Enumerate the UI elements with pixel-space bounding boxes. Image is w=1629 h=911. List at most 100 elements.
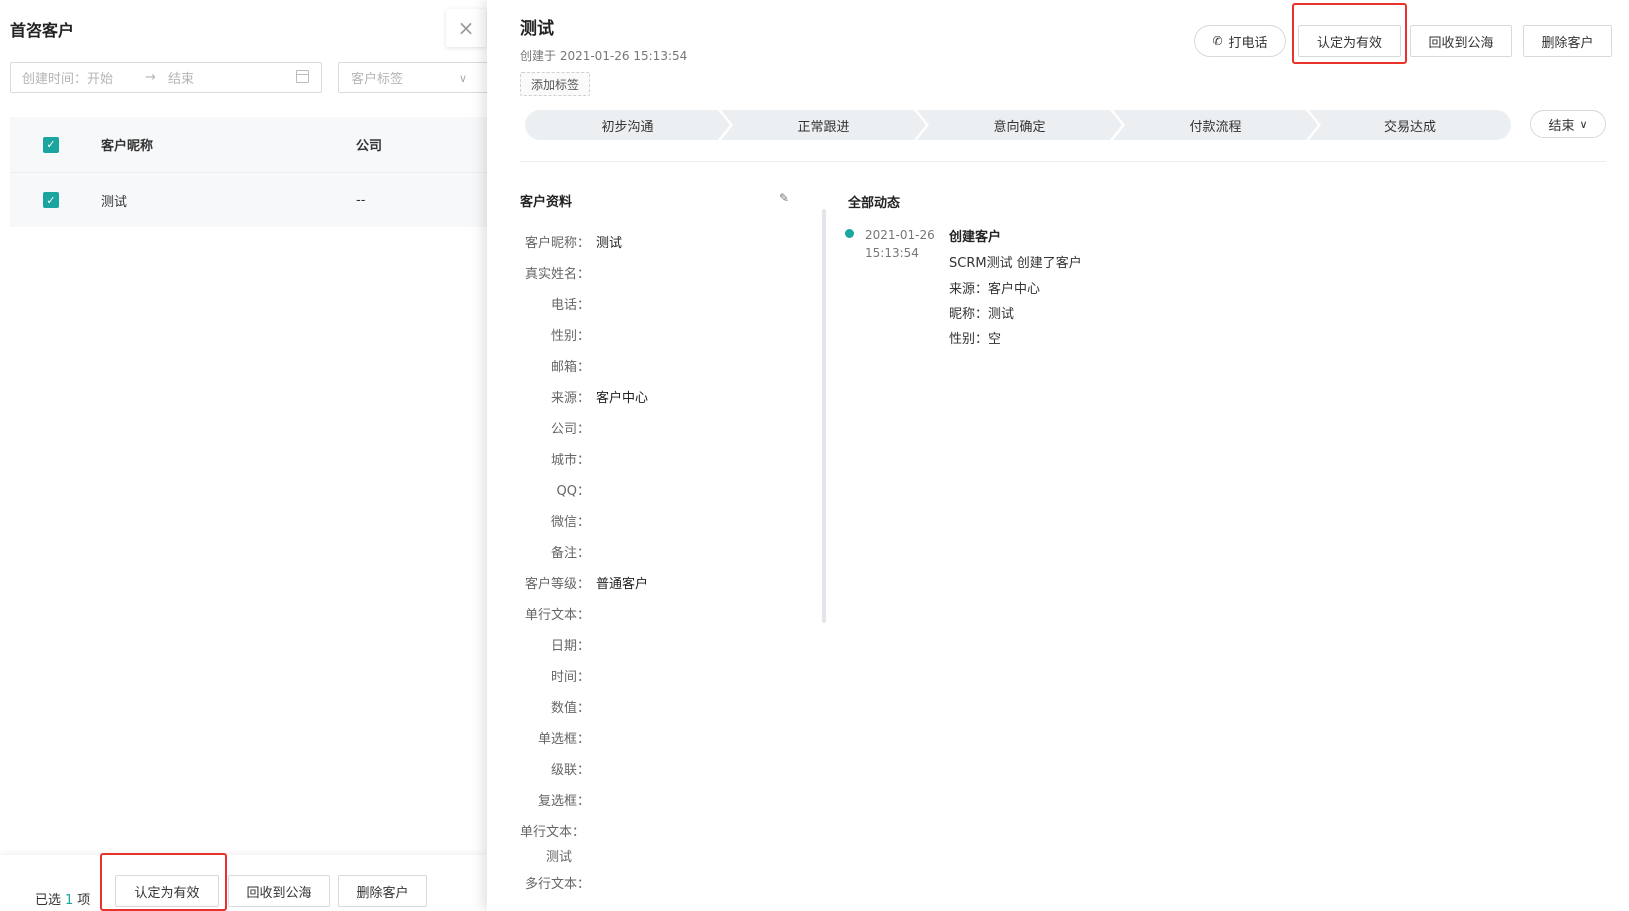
date-start[interactable]: 开始 <box>87 68 113 87</box>
date-range-filter[interactable]: 创建时间： 开始 → 结束 <box>10 62 322 93</box>
customer-tag-select[interactable]: 客户标签 ∨ <box>338 62 487 93</box>
profile-field: 日期： <box>520 635 820 654</box>
cell-nickname: 测试 <box>101 194 128 210</box>
row-checkbox[interactable]: ✓ <box>43 192 59 208</box>
timeline-event-title: 创建客户 <box>949 230 1002 245</box>
column-header-company: 公司 <box>356 139 383 154</box>
call-button-label: 打电话 <box>1228 35 1268 51</box>
profile-field: 单选框： <box>520 728 820 747</box>
timeline-date: 2021-01-26 15:13:54 <box>865 226 945 262</box>
profile-field-label: 单行文本： <box>520 825 586 840</box>
date-end[interactable]: 结束 <box>168 68 194 87</box>
profile-field-label: 电话： <box>550 298 590 313</box>
batch-recycle-button[interactable]: 回收到公海 <box>228 875 330 907</box>
profile-field: 来源： 客户中心 <box>520 387 820 406</box>
profile-field: 电话： <box>520 294 820 313</box>
created-time: 创建于 2021-01-26 15:13:54 <box>520 49 688 63</box>
calendar-icon <box>296 70 309 83</box>
profile-field: 性别： <box>520 325 820 344</box>
profile-field: 级联： <box>520 759 820 778</box>
selected-count-text: 已选 1 项 <box>35 889 90 908</box>
recycle-button[interactable]: 回收到公海 <box>1410 25 1512 57</box>
timeline-line: 昵称：测试 <box>949 307 1015 322</box>
profile-field-label: 来源： <box>550 391 590 406</box>
column-header-nickname: 客户昵称 <box>101 139 154 154</box>
profile-field-label: 公司： <box>550 422 590 437</box>
profile-field: 客户昵称： 测试 <box>520 232 820 251</box>
add-tag-button[interactable]: 添加标签 <box>520 72 591 96</box>
profile-field: 邮箱： <box>520 356 820 375</box>
profile-field-label: 单选框： <box>537 732 590 747</box>
timeline-line: SCRM测试 创建了客户 <box>949 256 1082 271</box>
profile-field: 真实姓名： <box>520 263 820 282</box>
batch-mark-valid-button[interactable]: 认定为有效 <box>115 875 219 907</box>
profile-field-label: 备注： <box>550 546 590 561</box>
profile-field: 城市： <box>520 449 820 468</box>
timeline-date-day: 2021-01-26 <box>865 228 935 242</box>
divider <box>520 161 1606 162</box>
chevron-down-icon: ∨ <box>1579 117 1588 131</box>
timeline-line: 性别：空 <box>949 332 1002 347</box>
profile-field-label: 多行文本： <box>524 877 590 892</box>
profile-field-label: 复选框： <box>537 794 590 809</box>
customer-list-panel: 首咨客户 × 创建时间： 开始 → 结束 客户标签 ∨ ✓ 客户昵称 公司 ✓ … <box>0 0 487 911</box>
profile-field-label: 日期： <box>550 639 590 654</box>
profile-field: 客户等级： 普通客户 <box>520 573 820 592</box>
table-header: ✓ 客户昵称 公司 <box>10 117 487 172</box>
profile-field: 单行文本： 测试 <box>520 821 820 865</box>
edit-icon[interactable]: ✎ <box>779 191 791 205</box>
selected-count: 1 <box>65 893 74 908</box>
profile-field: 微信： <box>520 511 820 530</box>
phone-icon: ✆ <box>1212 34 1223 48</box>
profile-field-label: 时间： <box>550 670 590 685</box>
profile-field: 公司： <box>520 418 820 437</box>
date-range-label: 创建时间： <box>22 72 88 87</box>
cell-company: -- <box>356 192 366 208</box>
stage-intent-confirmed[interactable]: 意向确定 <box>917 110 1122 140</box>
profile-field-label: 客户等级： <box>524 577 590 592</box>
page-title: 首咨客户 <box>10 21 75 40</box>
profile-field-label: QQ： <box>556 484 590 499</box>
mark-valid-button[interactable]: 认定为有效 <box>1298 25 1401 57</box>
profile-field: 单行文本： <box>520 604 820 623</box>
end-button-label: 结束 <box>1548 118 1575 134</box>
profile-field-label: 性别： <box>550 329 590 344</box>
profile-field-label: 单行文本： <box>524 608 590 623</box>
profile-field-value: 客户中心 <box>596 391 649 406</box>
customer-detail-drawer: 测试 创建于 2021-01-26 15:13:54 添加标签 ✆ 打电话 认定… <box>487 0 1629 911</box>
profile-field: 时间： <box>520 666 820 685</box>
timeline-line: 来源：客户中心 <box>949 282 1041 297</box>
select-all-checkbox[interactable]: ✓ <box>43 136 59 153</box>
timeline-dot <box>845 229 854 238</box>
timeline-date-time: 15:13:54 <box>865 246 919 260</box>
chevron-down-icon: ∨ <box>458 72 467 85</box>
activity-section-title: 全部动态 <box>848 196 901 211</box>
profile-field-label: 城市： <box>550 453 590 468</box>
profile-field: 数值： <box>520 697 820 716</box>
profile-field-label: 客户昵称： <box>524 236 590 251</box>
selected-suffix: 项 <box>77 893 91 908</box>
scrollbar[interactable] <box>822 209 826 623</box>
stage-initial-contact[interactable]: 初步沟通 <box>525 110 730 140</box>
profile-field-value: 普通客户 <box>596 577 649 592</box>
profile-field-value: 测试 <box>546 850 573 865</box>
profile-field-label: 真实姓名： <box>524 267 590 282</box>
call-button[interactable]: ✆ 打电话 <box>1194 25 1286 57</box>
close-icon[interactable]: × <box>446 9 486 47</box>
profile-field: 多行文本： <box>520 873 820 892</box>
stage-payment[interactable]: 付款流程 <box>1113 110 1318 140</box>
profile-field-value: 测试 <box>596 236 623 251</box>
selected-prefix: 已选 <box>35 893 62 908</box>
end-dropdown-button[interactable]: 结束 ∨ <box>1530 110 1606 138</box>
stage-follow-up[interactable]: 正常跟进 <box>721 110 926 140</box>
profile-section-title: 客户资料 <box>520 195 573 210</box>
batch-delete-button[interactable]: 删除客户 <box>338 875 427 907</box>
arrow-right-icon: → <box>145 70 156 85</box>
profile-field-label: 邮箱： <box>550 360 590 375</box>
profile-field: QQ： <box>520 480 820 499</box>
delete-customer-button[interactable]: 删除客户 <box>1523 25 1612 57</box>
customer-title: 测试 <box>520 19 554 39</box>
stage-deal-closed[interactable]: 交易达成 <box>1309 110 1511 140</box>
profile-field: 复选框： <box>520 790 820 809</box>
table-row[interactable]: ✓ 测试 -- <box>10 172 487 227</box>
